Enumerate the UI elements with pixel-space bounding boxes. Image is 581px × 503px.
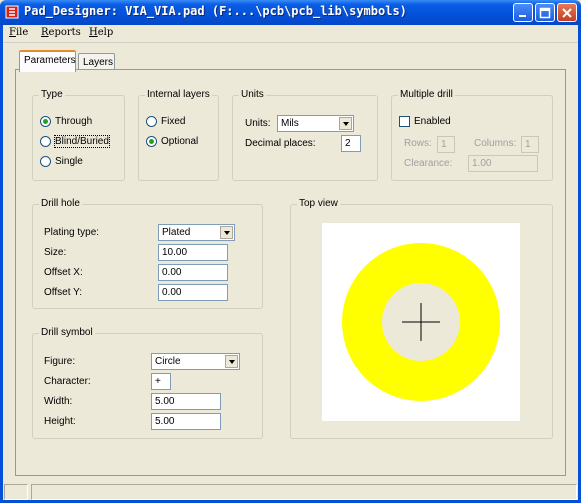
minimize-button[interactable] [513, 3, 533, 22]
internal-fixed-label[interactable]: Fixed [161, 116, 185, 127]
units-group: Units Units: Mils Decimal places: 2 [232, 89, 378, 181]
decimal-places-label: Decimal places: [245, 138, 316, 149]
offset-y-label: Offset Y: [44, 287, 82, 298]
tab-parameters-label: Parameters [24, 55, 76, 66]
pad-preview [322, 223, 520, 421]
enabled-label[interactable]: Enabled [414, 116, 451, 127]
maximize-button[interactable] [535, 3, 555, 22]
status-pane-left [4, 484, 28, 500]
type-single-label[interactable]: Single [55, 156, 83, 167]
columns-input[interactable]: 1 [521, 136, 539, 153]
type-legend: Type [39, 89, 65, 100]
menu-help[interactable]: Help [89, 27, 113, 38]
internal-layers-legend: Internal layers [145, 89, 212, 100]
offset-y-input[interactable]: 0.00 [158, 284, 228, 301]
close-button[interactable] [557, 3, 577, 22]
chevron-down-icon[interactable] [220, 226, 233, 239]
internal-fixed-radio[interactable] [146, 116, 157, 127]
height-input[interactable]: 5.00 [151, 413, 221, 430]
offset-x-label: Offset X: [44, 267, 83, 278]
internal-layers-group: Internal layers Fixed Optional [138, 89, 219, 181]
size-input[interactable]: 10.00 [158, 244, 228, 261]
multiple-drill-group: Multiple drill Enabled Rows: 1 Columns: … [391, 89, 553, 181]
width-label: Width: [44, 396, 73, 407]
size-label: Size: [44, 247, 67, 258]
clearance-input[interactable]: 1.00 [468, 155, 538, 172]
minimize-icon [519, 15, 526, 17]
top-view-group: Top view [290, 198, 553, 439]
window-title: Pad_Designer: VIA_VIA.pad (F:...\pcb\pcb… [24, 4, 407, 18]
enabled-checkbox[interactable] [399, 116, 410, 127]
units-value: Mils [281, 118, 299, 129]
plating-type-value: Plated [162, 227, 191, 238]
drill-symbol-legend: Drill symbol [39, 327, 95, 338]
internal-optional-radio[interactable] [146, 136, 157, 147]
status-bar [3, 482, 578, 500]
units-dropdown[interactable]: Mils [277, 115, 354, 132]
type-through-label[interactable]: Through [55, 116, 92, 127]
plating-type-label: Plating type: [44, 227, 100, 238]
width-input[interactable]: 5.00 [151, 393, 221, 410]
parameters-panel: Type Through Blind/Buried Single Interna… [15, 69, 566, 476]
drill-hole-group: Drill hole Plating type: Plated Size: 10… [32, 198, 263, 309]
decimal-places-input[interactable]: 2 [341, 135, 361, 152]
figure-value: Circle [155, 356, 181, 367]
units-legend: Units [239, 89, 266, 100]
menu-bar: File Reports Help [3, 25, 578, 42]
columns-label: Columns: [474, 138, 517, 149]
menu-reports[interactable]: Reports [41, 27, 81, 38]
chevron-down-icon[interactable] [225, 355, 238, 368]
type-group: Type Through Blind/Buried Single [32, 89, 125, 181]
plating-type-dropdown[interactable]: Plated [158, 224, 235, 241]
type-through-radio[interactable] [40, 116, 51, 127]
status-pane-main [31, 484, 577, 500]
character-input[interactable]: + [151, 373, 171, 390]
internal-optional-label[interactable]: Optional [161, 136, 198, 147]
drill-symbol-group: Drill symbol Figure: Circle Character: +… [32, 327, 263, 439]
height-label: Height: [44, 416, 76, 427]
menu-divider [3, 42, 578, 43]
type-blind-buried-label[interactable]: Blind/Buried [54, 135, 110, 148]
figure-dropdown[interactable]: Circle [151, 353, 240, 370]
clearance-label: Clearance: [404, 158, 453, 169]
figure-label: Figure: [44, 356, 76, 367]
drill-hole-legend: Drill hole [39, 198, 82, 209]
close-icon [562, 8, 572, 18]
chevron-down-icon[interactable] [339, 117, 352, 130]
type-blind-buried-radio[interactable] [40, 136, 51, 147]
top-view-legend: Top view [297, 198, 340, 209]
units-label: Units: [245, 118, 271, 129]
tab-parameters[interactable]: Parameters [19, 50, 76, 72]
multiple-drill-legend: Multiple drill [398, 89, 455, 100]
character-label: Character: [44, 376, 91, 387]
rows-input[interactable]: 1 [437, 136, 455, 153]
maximize-icon [539, 7, 551, 19]
tab-layers-label: Layers [83, 57, 114, 68]
offset-x-input[interactable]: 0.00 [158, 264, 228, 281]
type-single-radio[interactable] [40, 156, 51, 167]
menu-file[interactable]: File [9, 27, 28, 38]
app-icon [5, 5, 19, 19]
rows-label: Rows: [404, 138, 432, 149]
